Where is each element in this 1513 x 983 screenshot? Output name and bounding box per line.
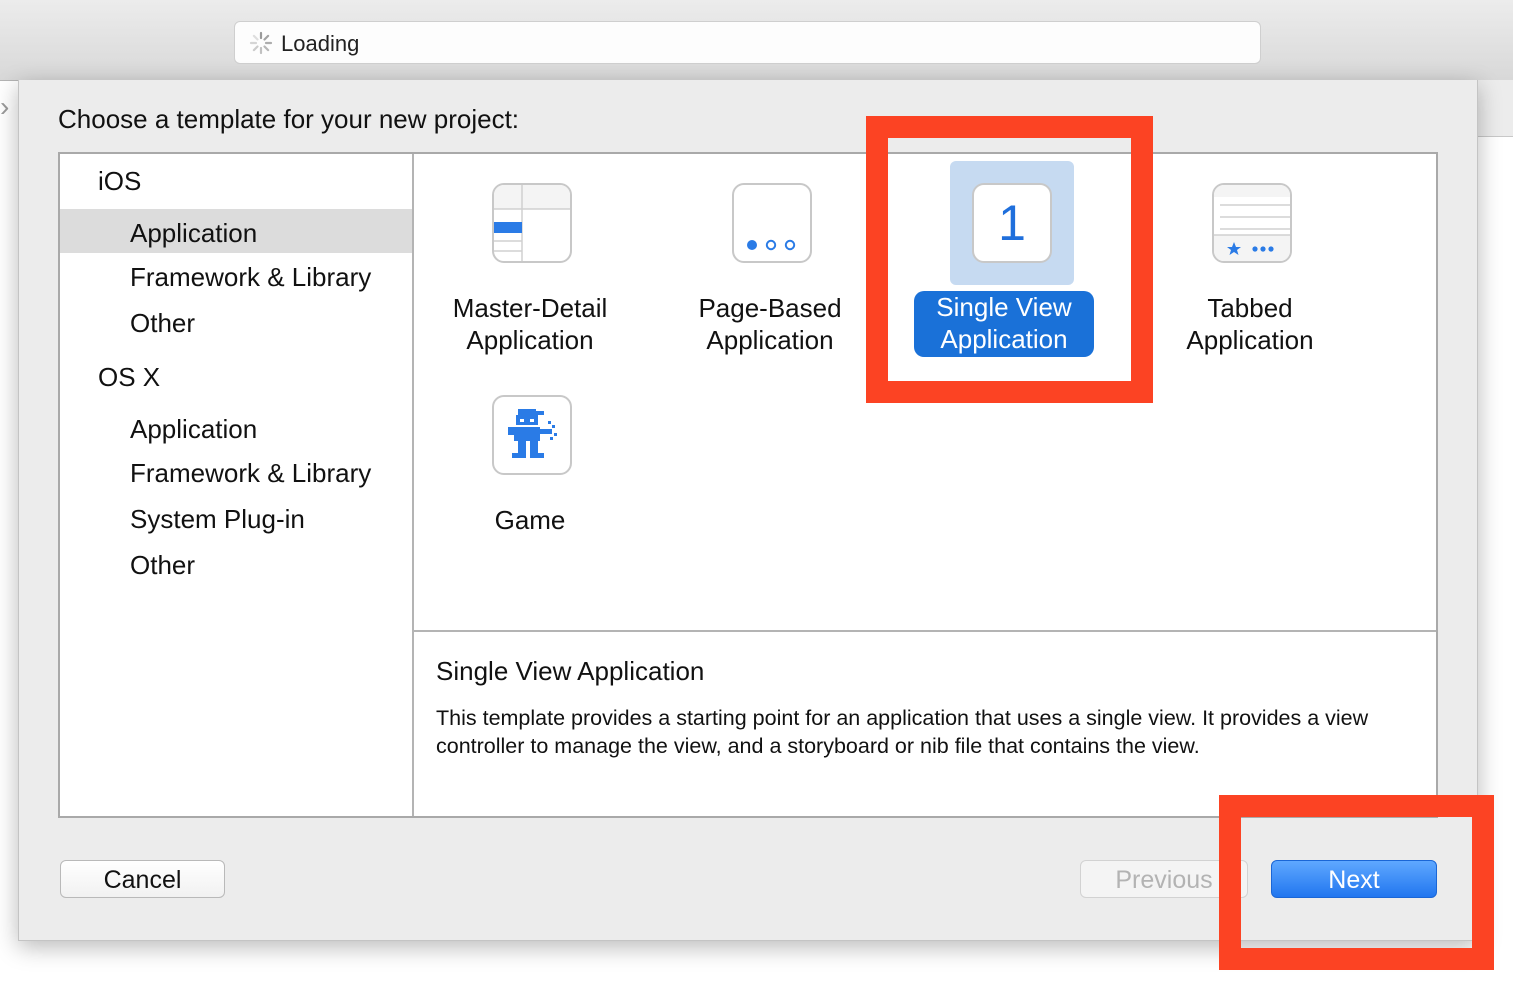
template-label: Page-Based Application xyxy=(698,293,842,355)
activity-text: Loading xyxy=(281,31,360,56)
sidebar-section-osx: OS X xyxy=(98,362,161,392)
cancel-button[interactable]: Cancel xyxy=(60,860,225,898)
template-label: Tabbed Application xyxy=(1186,293,1314,355)
template-master-detail[interactable]: Master-Detail Application xyxy=(420,183,640,363)
template-label: Game xyxy=(494,505,566,535)
template-label: Master-Detail Application xyxy=(452,293,608,355)
template-game[interactable]: Game xyxy=(420,395,640,545)
sidebar-section-ios: iOS xyxy=(98,166,142,196)
sidebar-item-ios-framework-library[interactable]: Framework & Library xyxy=(130,262,371,293)
template-description-panel: Single View Application This template pr… xyxy=(414,632,1436,816)
template-page-based[interactable]: Page-Based Application xyxy=(660,183,880,363)
page-based-icon xyxy=(732,183,812,263)
description-title: Single View Application xyxy=(436,656,705,686)
description-body: This template provides a starting point … xyxy=(436,706,1369,758)
sidebar-item-osx-application[interactable]: Application xyxy=(130,414,257,445)
sidebar-item-osx-other[interactable]: Other xyxy=(130,550,195,581)
spinner-icon xyxy=(249,31,273,55)
game-icon xyxy=(492,395,572,475)
sidebar-item-ios-other[interactable]: Other xyxy=(130,308,195,339)
window-edge xyxy=(1478,80,1513,137)
annotation-highlight-next xyxy=(1219,795,1494,970)
sheet-title: Choose a template for your new project: xyxy=(58,104,520,134)
annotation-highlight-template xyxy=(866,116,1153,403)
master-detail-icon xyxy=(492,183,572,263)
sidebar-item-osx-system-plugin[interactable]: System Plug-in xyxy=(130,504,305,535)
sidebar-item-osx-framework-library[interactable]: Framework & Library xyxy=(130,458,371,489)
chevron-left-icon: › xyxy=(0,91,10,122)
sidebar-item-label: Application xyxy=(130,218,258,248)
sidebar-item-ios-application[interactable]: Application xyxy=(60,209,412,253)
tabbed-icon xyxy=(1212,183,1292,263)
activity-view: Loading xyxy=(234,21,1261,64)
template-tabbed[interactable]: Tabbed Application xyxy=(1140,183,1360,363)
